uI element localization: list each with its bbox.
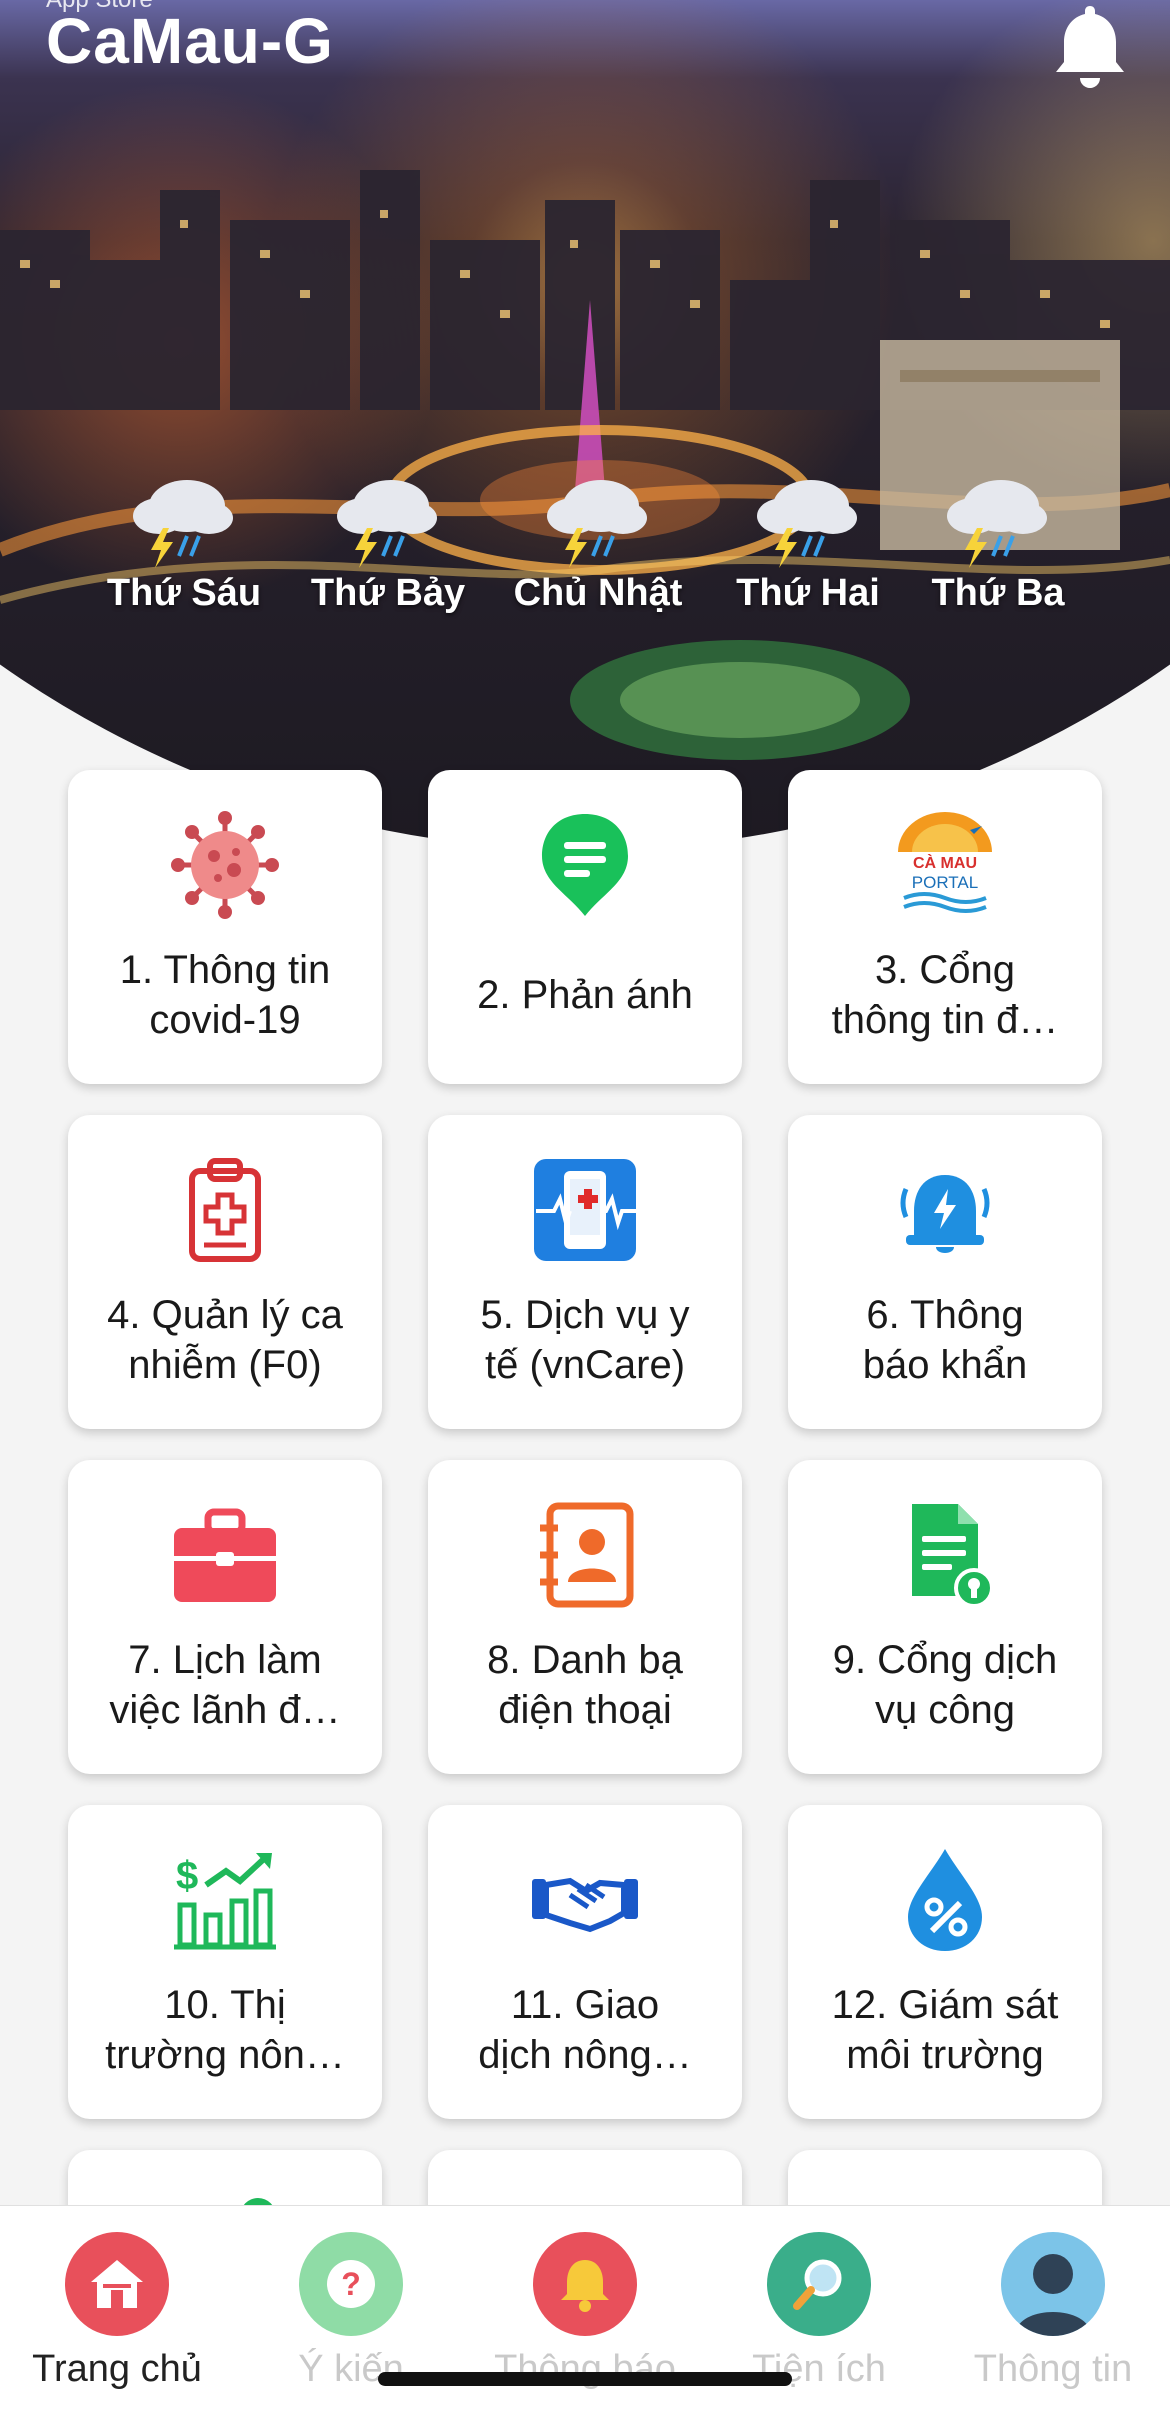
- feature-label: thông tin đ…: [831, 998, 1059, 1042]
- camau-portal-logo: CÀ MAU PORTAL: [898, 812, 992, 913]
- weather-day-label: Thứ Ba: [931, 572, 1065, 614]
- document-key-icon: [912, 1504, 994, 1608]
- medical-clipboard-icon: [189, 1158, 261, 1262]
- feedback-pin-icon: [542, 814, 628, 916]
- home-indicator[interactable]: [378, 2372, 792, 2386]
- feature-label: 12. Giám sát: [831, 1983, 1059, 2027]
- feature-label: 7. Lịch làm: [128, 1638, 322, 1682]
- storm-cloud-icon: [757, 480, 857, 568]
- feature-label: 4. Quản lý ca: [107, 1293, 343, 1337]
- virus-icon: [171, 811, 279, 919]
- nav-label: Thông tin: [973, 2348, 1133, 2390]
- feature-card-phone-directory[interactable]: 8. Danh bạ điện thoại: [428, 1460, 742, 1774]
- weather-day[interactable]: Thứ Bảy: [288, 470, 488, 615]
- feature-label: 10. Thị: [164, 1983, 286, 2027]
- feature-card-covid-info[interactable]: 1. Thông tin covid-19: [68, 770, 382, 1084]
- feature-label: dịch nông…: [478, 2033, 692, 2077]
- home-icon: [65, 2232, 169, 2336]
- feature-label: 5. Dịch vụ y: [480, 1293, 690, 1337]
- storm-cloud-icon: [947, 480, 1047, 568]
- question-icon: ?: [299, 2232, 403, 2336]
- feature-label: việc lãnh đ…: [109, 1688, 341, 1732]
- search-icon: [767, 2232, 871, 2336]
- weather-day-label: Chủ Nhật: [513, 572, 683, 614]
- nav-notifications[interactable]: Thông báo: [468, 2232, 702, 2391]
- nav-feedback[interactable]: ? Ý kiến: [234, 2232, 468, 2391]
- feature-label: nhiễm (F0): [128, 1343, 322, 1387]
- bell-icon: [533, 2232, 637, 2336]
- hero-banner: App Store CaMau-G Thứ Sáu Thứ Bảy: [0, 0, 1170, 870]
- feature-label: môi trường: [846, 2033, 1044, 2077]
- svg-text:CÀ MAU: CÀ MAU: [913, 853, 977, 872]
- feature-label: 11. Giao: [510, 1983, 660, 2027]
- feature-label: 8. Danh bạ: [487, 1638, 683, 1682]
- nav-utilities[interactable]: Tiện ích: [702, 2232, 936, 2391]
- nav-label: Trang chủ: [32, 2348, 202, 2390]
- feature-card-agri-trade[interactable]: 11. Giao dịch nông…: [428, 1805, 742, 2119]
- feature-label: điện thoại: [498, 1688, 672, 1732]
- feature-label: 3. Cổng: [874, 948, 1016, 992]
- svg-text:PORTAL: PORTAL: [912, 873, 978, 892]
- notification-bell-icon[interactable]: [1050, 0, 1130, 90]
- feature-card-leader-schedule[interactable]: 7. Lịch làm việc lãnh đ…: [68, 1460, 382, 1774]
- feature-label: 6. Thông: [866, 1293, 1024, 1337]
- feature-card-env-monitoring[interactable]: 12. Giám sát môi trường: [788, 1805, 1102, 2119]
- weather-day-label: Thứ Sáu: [106, 572, 262, 614]
- feature-label: 2. Phản ánh: [477, 973, 693, 1017]
- feature-card-public-service[interactable]: 9. Cổng dịch vụ công: [788, 1460, 1102, 1774]
- feature-label: covid-19: [149, 998, 301, 1042]
- weather-forecast: Thứ Sáu Thứ Bảy Chủ Nhật Thứ Hai Thứ Ba: [0, 470, 1170, 650]
- svg-text:$: $: [176, 1854, 198, 1898]
- weather-day-label: Thứ Bảy: [310, 572, 466, 614]
- market-chart-icon: $: [174, 1853, 276, 1950]
- contact-book-icon: [540, 1502, 634, 1608]
- nav-home[interactable]: Trang chủ: [0, 2232, 234, 2391]
- handshake-icon: [532, 1877, 638, 1933]
- weather-day[interactable]: Thứ Sáu: [84, 470, 284, 615]
- feature-card-f0-management[interactable]: 4. Quản lý ca nhiễm (F0): [68, 1115, 382, 1429]
- storm-cloud-icon: [133, 480, 233, 568]
- svg-text:?: ?: [341, 2266, 361, 2302]
- feature-card-vncare[interactable]: 5. Dịch vụ y tế (vnCare): [428, 1115, 742, 1429]
- feature-label: trường nôn…: [105, 2033, 345, 2077]
- briefcase-icon: [174, 1508, 276, 1602]
- nav-profile[interactable]: Thông tin: [936, 2232, 1170, 2391]
- feature-card-feedback[interactable]: 2. Phản ánh: [428, 770, 742, 1084]
- feature-label: 9. Cổng dịch: [832, 1638, 1058, 1682]
- weather-day[interactable]: Thứ Ba: [898, 470, 1098, 615]
- feature-card-info-portal[interactable]: CÀ MAU PORTAL 3. Cổng thông tin đ…: [788, 770, 1102, 1084]
- feature-card-emergency-notice[interactable]: 6. Thông báo khẩn: [788, 1115, 1102, 1429]
- app-title: CaMau-G: [46, 5, 334, 77]
- feature-label: vụ công: [874, 1688, 1016, 1732]
- user-icon: [1001, 2232, 1105, 2336]
- feature-label: báo khẩn: [862, 1343, 1028, 1387]
- storm-cloud-icon: [337, 480, 437, 568]
- alarm-bell-icon: [900, 1175, 990, 1253]
- feature-card-agri-market[interactable]: $ 10. Thị trường nôn…: [68, 1805, 382, 2119]
- weather-day-label: Thứ Hai: [736, 572, 880, 614]
- feature-label: tế (vnCare): [484, 1343, 686, 1387]
- feature-label: 1. Thông tin: [119, 948, 331, 992]
- weather-day[interactable]: Chủ Nhật: [498, 470, 698, 615]
- phone-health-icon: [534, 1159, 636, 1261]
- weather-day[interactable]: Thứ Hai: [708, 470, 908, 615]
- water-drop-icon: [908, 1849, 982, 1951]
- storm-cloud-icon: [547, 480, 647, 568]
